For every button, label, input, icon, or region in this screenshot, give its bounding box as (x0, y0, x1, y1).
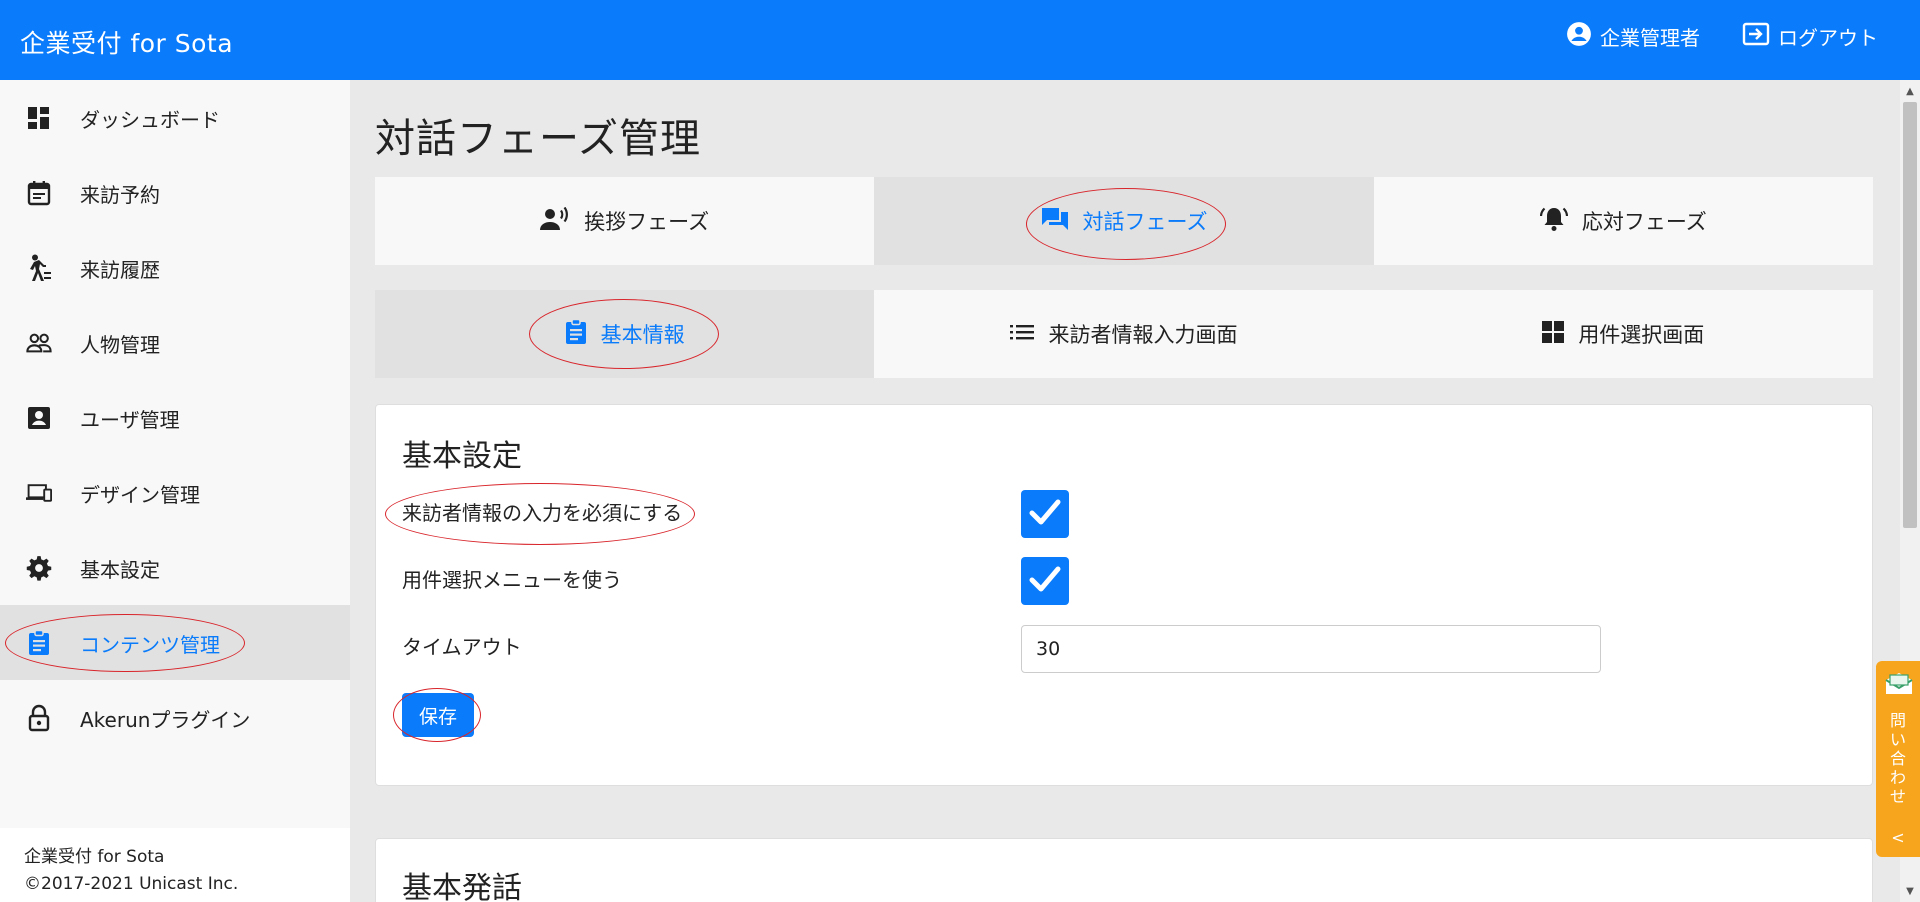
gear-icon (26, 556, 52, 581)
scroll-up-arrow[interactable]: ▲ (1900, 82, 1920, 100)
footer-copyright: ©2017-2021 Unicast Inc. (24, 874, 239, 894)
tab-label: 基本情報 (600, 323, 685, 347)
user-menu[interactable]: 企業管理者 (1566, 21, 1700, 52)
check-icon (1029, 498, 1061, 530)
contact-char: 問 (1889, 711, 1906, 730)
save-button[interactable]: 保存 (402, 693, 474, 737)
calendar-icon (26, 181, 52, 206)
lock-icon (26, 704, 52, 732)
basic-settings-card: 基本設定 来訪者情報の入力を必須にする 用件選択メニューを使う タイムアウト 保… (375, 404, 1873, 786)
card-title: 基本設定 (402, 439, 522, 474)
basic-speech-card: 基本発話 (375, 838, 1873, 902)
tab-dialog-phase[interactable]: 対話フェーズ (874, 177, 1374, 265)
phase-tabbar: 挨拶フェーズ 対話フェーズ 応対フェーズ (375, 177, 1873, 265)
sidebar-item-label: 来訪履歴 (80, 258, 160, 282)
brand-title[interactable]: 企業受付 for Sota (20, 24, 233, 60)
grid-icon (1542, 320, 1565, 348)
contact-char: 合 (1889, 749, 1906, 768)
voice-person-icon (540, 206, 570, 236)
account-circle-icon (1566, 21, 1592, 52)
contact-label: 問 い 合 わ せ (1876, 711, 1920, 806)
tab-basic-info[interactable]: 基本情報 (375, 290, 875, 378)
check-icon (1029, 565, 1061, 597)
user-label: 企業管理者 (1600, 26, 1700, 50)
sidebar-footer: 企業受付 for Sota ©2017-2021 Unicast Inc. (0, 828, 350, 902)
card-title: 基本発話 (402, 871, 522, 902)
sidebar-item-dashboard[interactable]: ダッシュボード (0, 80, 350, 155)
sidebar-item-label: コンテンツ管理 (80, 633, 220, 657)
tab-label: 応対フェーズ (1581, 210, 1707, 234)
logout-icon (1742, 22, 1770, 51)
contact-char: せ (1889, 787, 1906, 806)
sidebar-item-label: 人物管理 (80, 333, 160, 357)
page-title: 対話フェーズ管理 (375, 116, 701, 162)
devices-icon (26, 481, 52, 505)
tab-greeting-phase[interactable]: 挨拶フェーズ (375, 177, 875, 265)
clipboard-icon (26, 630, 52, 655)
use-purpose-menu-checkbox[interactable] (1021, 557, 1069, 605)
main-content: 対話フェーズ管理 挨拶フェーズ 対話フェーズ 応対フェーズ 基本情報 来訪者情報… (350, 80, 1900, 902)
dashboard-icon (26, 106, 52, 130)
sidebar-item-design[interactable]: デザイン管理 (0, 455, 350, 530)
list-icon (1010, 322, 1035, 346)
sidebar-item-history[interactable]: 来訪履歴 (0, 230, 350, 305)
sidebar-item-reservations[interactable]: 来訪予約 (0, 155, 350, 230)
sidebar-item-label: 来訪予約 (80, 183, 160, 207)
use-purpose-menu-label: 用件選択メニューを使う (402, 568, 622, 592)
tab-label: 来訪者情報入力画面 (1048, 323, 1238, 347)
sidebar-item-label: ユーザ管理 (80, 408, 180, 432)
contact-char: い (1889, 730, 1906, 749)
top-actions: 企業管理者 ログアウト (1566, 21, 1878, 52)
chevron-left-icon: < (1891, 828, 1905, 847)
sidebar-item-people[interactable]: 人物管理 (0, 305, 350, 380)
tab-label: 対話フェーズ (1082, 210, 1208, 234)
timeout-label: タイムアウト (402, 635, 522, 659)
require-visitor-info-checkbox[interactable] (1021, 490, 1069, 538)
sidebar-item-contents[interactable]: コンテンツ管理 (0, 605, 350, 680)
contact-tab[interactable]: 問 い 合 わ せ < (1876, 661, 1920, 857)
subtab-bar: 基本情報 来訪者情報入力画面 用件選択画面 (375, 290, 1873, 378)
sidebar-item-label: 基本設定 (80, 558, 160, 582)
tab-label: 挨拶フェーズ (584, 210, 710, 234)
tab-visitor-info-input[interactable]: 来訪者情報入力画面 (874, 290, 1374, 378)
people-icon (26, 331, 52, 355)
tab-response-phase[interactable]: 応対フェーズ (1373, 177, 1873, 265)
walking-person-icon (26, 254, 52, 281)
sidebar-item-basic-settings[interactable]: 基本設定 (0, 530, 350, 605)
envelope-icon (1884, 671, 1914, 701)
scroll-thumb[interactable] (1903, 102, 1917, 528)
sidebar-item-label: Akerunプラグイン (80, 708, 251, 732)
scroll-down-arrow[interactable]: ▼ (1900, 882, 1920, 900)
clipboard-icon (565, 318, 587, 350)
tab-purpose-selection[interactable]: 用件選択画面 (1373, 290, 1873, 378)
chat-icon (1041, 206, 1069, 237)
sidebar-item-label: デザイン管理 (80, 483, 200, 507)
sidebar-item-label: ダッシュボード (80, 108, 220, 132)
sidebar-item-akerun[interactable]: Akerunプラグイン (0, 680, 350, 755)
logout-button[interactable]: ログアウト (1742, 22, 1878, 51)
contact-char: わ (1889, 768, 1906, 787)
bell-icon (1539, 206, 1568, 237)
timeout-input[interactable] (1021, 625, 1601, 673)
tab-label: 用件選択画面 (1578, 323, 1705, 347)
footer-product-name: 企業受付 for Sota (24, 847, 165, 867)
sidebar-item-users[interactable]: ユーザ管理 (0, 380, 350, 455)
sidebar: ダッシュボード 来訪予約 来訪履歴 人物管理 ユーザ管理 デザイン管理 基本設定… (0, 80, 350, 902)
logout-label: ログアウト (1778, 26, 1878, 50)
top-navbar: 企業受付 for Sota 企業管理者 ログアウト (0, 0, 1920, 80)
user-card-icon (26, 406, 52, 430)
require-visitor-info-label: 来訪者情報の入力を必須にする (402, 501, 683, 525)
